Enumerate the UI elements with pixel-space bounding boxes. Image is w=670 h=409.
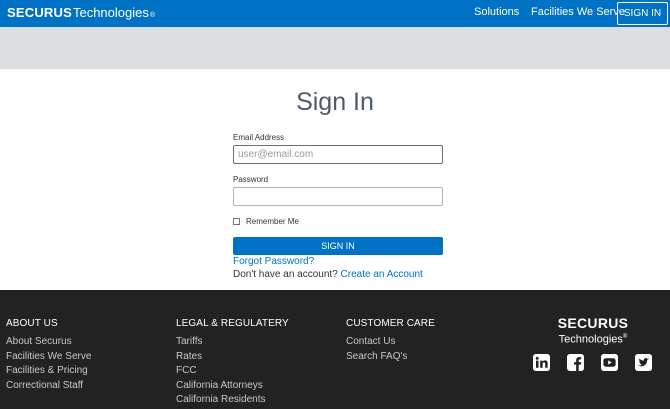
footer-care-heading: CUSTOMER CARE [346,318,435,329]
footer-link-correctional-staff[interactable]: Correctional Staff [6,379,91,394]
footer-link-tariffs[interactable]: Tariffs [176,335,289,350]
footer-link-contact-us[interactable]: Contact Us [346,335,435,350]
footer-legal-column: LEGAL & REGULATERY Tariffs Rates FCC Cal… [176,318,289,408]
sign-in-submit-button[interactable]: SIGN IN [233,237,443,255]
page-title: Sign In [296,88,374,116]
password-input[interactable] [233,187,443,206]
password-label: Password [233,175,269,184]
nav-solutions-link[interactable]: Solutions [474,6,519,18]
remember-me-row: Remember Me [233,215,299,227]
forgot-password-link[interactable]: Forgot Password? [233,256,314,267]
footer-about-column: ABOUT US About Securus Facilities We Ser… [6,318,91,393]
hero-banner [0,27,670,69]
logo-light-text: Technologies [72,5,149,20]
footer-link-rates[interactable]: Rates [176,350,289,365]
remember-me-label: Remember Me [246,216,299,226]
top-navigation-bar: SECURUS Technologies ® Solutions Facilit… [0,0,670,27]
footer-about-heading: ABOUT US [6,318,58,329]
footer-care-column: CUSTOMER CARE Contact Us Search FAQ's [346,318,435,364]
footer-logo-registered-mark: ® [622,334,628,340]
nav-facilities-link[interactable]: Facilities We Serve [531,6,625,18]
footer-link-california-attorneys[interactable]: California Attorneys [176,379,289,394]
footer-link-facilities-pricing[interactable]: Facilities & Pricing [6,364,91,379]
remember-me-checkbox[interactable] [233,217,240,225]
youtube-icon[interactable] [601,354,618,371]
footer-link-california-residents[interactable]: California Residents [176,393,289,408]
footer-link-search-faqs[interactable]: Search FAQ's [346,350,435,365]
create-account-prompt: Don't have an account? Create an Account [233,269,423,280]
footer-logo-bold-text: SECURUS [557,315,629,331]
linkedin-icon[interactable] [533,354,550,371]
email-input[interactable] [233,145,443,164]
footer-link-facilities-we-serve[interactable]: Facilities We Serve [6,350,91,365]
no-account-text: Don't have an account? [233,269,338,280]
email-label: Email Address [233,133,285,142]
footer-legal-heading: LEGAL & REGULATERY [176,318,289,329]
footer-logo-word: Technologies [558,333,623,346]
twitter-icon[interactable] [635,354,652,371]
site-footer: ABOUT US About Securus Facilities We Ser… [0,290,670,409]
securus-logo[interactable]: SECURUS Technologies ® [7,5,155,22]
create-account-link[interactable]: Create an Account [341,269,423,280]
header-sign-in-button[interactable]: SIGN IN [617,2,668,25]
logo-registered-mark: ® [149,12,156,19]
facebook-icon[interactable] [567,354,584,371]
footer-securus-logo[interactable]: SECURUS Technologies® [556,316,630,346]
footer-link-fcc[interactable]: FCC [176,364,289,379]
footer-link-about-securus[interactable]: About Securus [6,335,91,350]
footer-logo-light-text: Technologies® [556,331,630,346]
logo-bold-text: SECURUS [7,5,72,20]
